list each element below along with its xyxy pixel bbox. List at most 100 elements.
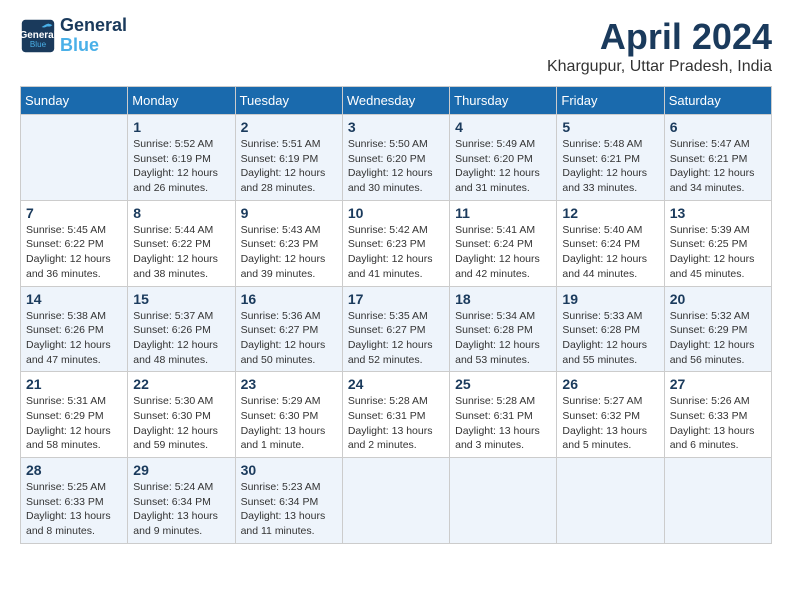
calendar-cell: 17 Sunrise: 5:35 AM Sunset: 6:27 PM Dayli…: [342, 286, 449, 372]
page-header: General Blue General Blue April 2024 Kha…: [20, 16, 772, 76]
calendar-header-monday: Monday: [128, 87, 235, 115]
calendar-header-sunday: Sunday: [21, 87, 128, 115]
calendar-cell: 8 Sunrise: 5:44 AM Sunset: 6:22 PM Daylig…: [128, 200, 235, 286]
calendar-header-thursday: Thursday: [450, 87, 557, 115]
day-number: 21: [26, 376, 122, 392]
calendar-cell: 24 Sunrise: 5:28 AM Sunset: 6:31 PM Dayli…: [342, 372, 449, 458]
day-info: Sunrise: 5:43 AM Sunset: 6:23 PM Dayligh…: [241, 223, 337, 282]
calendar-cell: 12 Sunrise: 5:40 AM Sunset: 6:24 PM Dayli…: [557, 200, 664, 286]
calendar-header-row: SundayMondayTuesdayWednesdayThursdayFrid…: [21, 87, 772, 115]
day-info: Sunrise: 5:47 AM Sunset: 6:21 PM Dayligh…: [670, 137, 766, 196]
day-info: Sunrise: 5:40 AM Sunset: 6:24 PM Dayligh…: [562, 223, 658, 282]
day-info: Sunrise: 5:52 AM Sunset: 6:19 PM Dayligh…: [133, 137, 229, 196]
calendar-week-row: 14 Sunrise: 5:38 AM Sunset: 6:26 PM Dayli…: [21, 286, 772, 372]
calendar-cell: 14 Sunrise: 5:38 AM Sunset: 6:26 PM Dayli…: [21, 286, 128, 372]
day-number: 24: [348, 376, 444, 392]
calendar-cell: 9Sunrise: 5:43 AM Sunset: 6:23 PM Daylig…: [235, 200, 342, 286]
calendar-cell: 25 Sunrise: 5:28 AM Sunset: 6:31 PM Dayli…: [450, 372, 557, 458]
calendar-week-row: 1Sunrise: 5:52 AM Sunset: 6:19 PM Daylig…: [21, 115, 772, 201]
calendar-header-saturday: Saturday: [664, 87, 771, 115]
calendar-cell: [342, 458, 449, 544]
day-number: 12: [562, 205, 658, 221]
calendar-cell: 19 Sunrise: 5:33 AM Sunset: 6:28 PM Dayli…: [557, 286, 664, 372]
day-number: 20: [670, 291, 766, 307]
day-number: 22: [133, 376, 229, 392]
logo-line2: Blue: [60, 36, 127, 56]
calendar-cell: 30 Sunrise: 5:23 AM Sunset: 6:34 PM Dayli…: [235, 458, 342, 544]
day-info: Sunrise: 5:25 AM Sunset: 6:33 PM Dayligh…: [26, 480, 122, 539]
day-info: Sunrise: 5:32 AM Sunset: 6:29 PM Dayligh…: [670, 309, 766, 368]
day-info: Sunrise: 5:34 AM Sunset: 6:28 PM Dayligh…: [455, 309, 551, 368]
day-info: Sunrise: 5:49 AM Sunset: 6:20 PM Dayligh…: [455, 137, 551, 196]
calendar-cell: 7Sunrise: 5:45 AM Sunset: 6:22 PM Daylig…: [21, 200, 128, 286]
day-number: 19: [562, 291, 658, 307]
day-info: Sunrise: 5:33 AM Sunset: 6:28 PM Dayligh…: [562, 309, 658, 368]
calendar-cell: 2Sunrise: 5:51 AM Sunset: 6:19 PM Daylig…: [235, 115, 342, 201]
day-info: Sunrise: 5:31 AM Sunset: 6:29 PM Dayligh…: [26, 394, 122, 453]
logo-icon: General Blue: [20, 18, 56, 54]
day-info: Sunrise: 5:44 AM Sunset: 6:22 PM Dayligh…: [133, 223, 229, 282]
calendar-cell: 6 Sunrise: 5:47 AM Sunset: 6:21 PM Daylig…: [664, 115, 771, 201]
day-number: 13: [670, 205, 766, 221]
calendar-cell: 4 Sunrise: 5:49 AM Sunset: 6:20 PM Daylig…: [450, 115, 557, 201]
calendar-cell: [664, 458, 771, 544]
day-info: Sunrise: 5:23 AM Sunset: 6:34 PM Dayligh…: [241, 480, 337, 539]
calendar-cell: [21, 115, 128, 201]
logo: General Blue General Blue: [20, 16, 127, 56]
day-number: 11: [455, 205, 551, 221]
day-info: Sunrise: 5:26 AM Sunset: 6:33 PM Dayligh…: [670, 394, 766, 453]
calendar-cell: 3Sunrise: 5:50 AM Sunset: 6:20 PM Daylig…: [342, 115, 449, 201]
day-info: Sunrise: 5:28 AM Sunset: 6:31 PM Dayligh…: [455, 394, 551, 453]
calendar-cell: 16 Sunrise: 5:36 AM Sunset: 6:27 PM Dayli…: [235, 286, 342, 372]
day-info: Sunrise: 5:24 AM Sunset: 6:34 PM Dayligh…: [133, 480, 229, 539]
day-number: 25: [455, 376, 551, 392]
calendar-cell: 23Sunrise: 5:29 AM Sunset: 6:30 PM Dayli…: [235, 372, 342, 458]
calendar-cell: 10 Sunrise: 5:42 AM Sunset: 6:23 PM Dayli…: [342, 200, 449, 286]
calendar-cell: 22 Sunrise: 5:30 AM Sunset: 6:30 PM Dayli…: [128, 372, 235, 458]
calendar-cell: 21 Sunrise: 5:31 AM Sunset: 6:29 PM Dayli…: [21, 372, 128, 458]
day-info: Sunrise: 5:29 AM Sunset: 6:30 PM Dayligh…: [241, 394, 337, 453]
calendar-cell: 5Sunrise: 5:48 AM Sunset: 6:21 PM Daylig…: [557, 115, 664, 201]
day-info: Sunrise: 5:51 AM Sunset: 6:19 PM Dayligh…: [241, 137, 337, 196]
day-number: 17: [348, 291, 444, 307]
day-number: 14: [26, 291, 122, 307]
day-number: 30: [241, 462, 337, 478]
day-number: 28: [26, 462, 122, 478]
day-info: Sunrise: 5:28 AM Sunset: 6:31 PM Dayligh…: [348, 394, 444, 453]
day-number: 4: [455, 119, 551, 135]
title-block: April 2024 Khargupur, Uttar Pradesh, Ind…: [547, 16, 772, 76]
calendar-cell: 11 Sunrise: 5:41 AM Sunset: 6:24 PM Dayli…: [450, 200, 557, 286]
day-info: Sunrise: 5:41 AM Sunset: 6:24 PM Dayligh…: [455, 223, 551, 282]
day-info: Sunrise: 5:50 AM Sunset: 6:20 PM Dayligh…: [348, 137, 444, 196]
day-info: Sunrise: 5:27 AM Sunset: 6:32 PM Dayligh…: [562, 394, 658, 453]
calendar-header-friday: Friday: [557, 87, 664, 115]
day-number: 10: [348, 205, 444, 221]
calendar-header-wednesday: Wednesday: [342, 87, 449, 115]
calendar-cell: 1Sunrise: 5:52 AM Sunset: 6:19 PM Daylig…: [128, 115, 235, 201]
calendar-cell: 26 Sunrise: 5:27 AM Sunset: 6:32 PM Dayli…: [557, 372, 664, 458]
calendar-table: SundayMondayTuesdayWednesdayThursdayFrid…: [20, 86, 772, 544]
day-info: Sunrise: 5:30 AM Sunset: 6:30 PM Dayligh…: [133, 394, 229, 453]
day-number: 8: [133, 205, 229, 221]
day-info: Sunrise: 5:39 AM Sunset: 6:25 PM Dayligh…: [670, 223, 766, 282]
calendar-cell: 13 Sunrise: 5:39 AM Sunset: 6:25 PM Dayli…: [664, 200, 771, 286]
day-info: Sunrise: 5:48 AM Sunset: 6:21 PM Dayligh…: [562, 137, 658, 196]
calendar-cell: 15Sunrise: 5:37 AM Sunset: 6:26 PM Dayli…: [128, 286, 235, 372]
page-subtitle: Khargupur, Uttar Pradesh, India: [547, 58, 772, 76]
calendar-cell: 18 Sunrise: 5:34 AM Sunset: 6:28 PM Dayli…: [450, 286, 557, 372]
logo-line1: General: [60, 16, 127, 36]
day-number: 6: [670, 119, 766, 135]
day-info: Sunrise: 5:38 AM Sunset: 6:26 PM Dayligh…: [26, 309, 122, 368]
day-number: 26: [562, 376, 658, 392]
day-info: Sunrise: 5:36 AM Sunset: 6:27 PM Dayligh…: [241, 309, 337, 368]
day-info: Sunrise: 5:35 AM Sunset: 6:27 PM Dayligh…: [348, 309, 444, 368]
day-number: 18: [455, 291, 551, 307]
day-info: Sunrise: 5:42 AM Sunset: 6:23 PM Dayligh…: [348, 223, 444, 282]
calendar-cell: 27Sunrise: 5:26 AM Sunset: 6:33 PM Dayli…: [664, 372, 771, 458]
day-number: 15: [133, 291, 229, 307]
calendar-week-row: 28 Sunrise: 5:25 AM Sunset: 6:33 PM Dayli…: [21, 458, 772, 544]
calendar-cell: 29Sunrise: 5:24 AM Sunset: 6:34 PM Dayli…: [128, 458, 235, 544]
page-title: April 2024: [547, 16, 772, 58]
day-number: 16: [241, 291, 337, 307]
calendar-cell: [557, 458, 664, 544]
